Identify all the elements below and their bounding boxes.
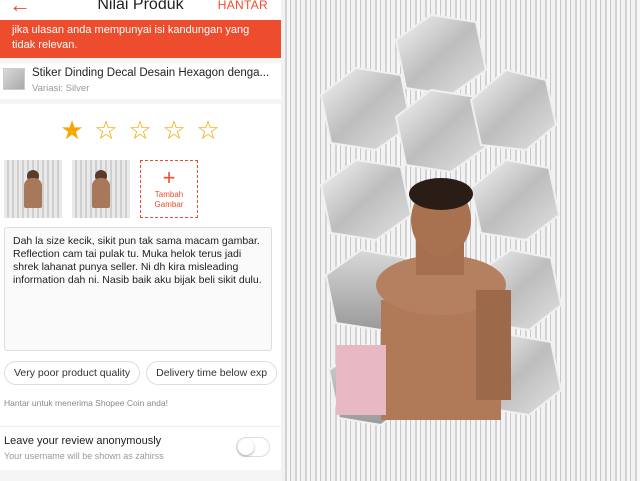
top-bar: ← Nilai Produk HANTAR: [0, 0, 281, 20]
uploaded-photo-1[interactable]: [4, 160, 62, 218]
anonymous-subtitle: Your username will be shown as zahirss: [4, 451, 164, 461]
quick-tags: Very poor product quality Delivery time …: [4, 361, 278, 385]
hex-mirror: [394, 13, 488, 97]
hex-mirror: [319, 66, 413, 152]
star-1-icon[interactable]: ★: [60, 116, 84, 144]
rating-section: ★ ☆ ☆ ☆ ☆ + Tambah Gambar Dah la size ke…: [0, 104, 281, 449]
add-photo-label: Tambah Gambar: [154, 190, 184, 209]
photo-person-body: [24, 178, 42, 208]
star-rating: ★ ☆ ☆ ☆ ☆: [60, 116, 220, 144]
star-5-icon[interactable]: ☆: [196, 116, 220, 144]
coin-hint: Hantar untuk menerima Shopee Coin anda!: [4, 398, 168, 408]
star-4-icon[interactable]: ☆: [162, 116, 186, 144]
hex-mirror: [469, 68, 558, 152]
hex-mirror: [319, 158, 413, 242]
tag-chip[interactable]: Very poor product quality: [4, 361, 141, 385]
photo-row: + Tambah Gambar: [4, 160, 198, 218]
submit-button[interactable]: HANTAR: [218, 0, 268, 12]
product-row: Stiker Dinding Decal Desain Hexagon deng…: [0, 63, 281, 99]
add-photo-button[interactable]: + Tambah Gambar: [140, 160, 198, 218]
plus-icon: +: [162, 165, 176, 190]
hex-mirror: [469, 158, 561, 242]
review-screen: ← Nilai Produk HANTAR jika ulasan anda m…: [0, 0, 281, 481]
star-3-icon[interactable]: ☆: [128, 116, 152, 144]
anonymous-row: Leave your review anonymously Your usern…: [0, 426, 281, 470]
mirror-illustration: [319, 13, 563, 427]
anonymous-title: Leave your review anonymously: [4, 435, 162, 447]
product-variation: Variasi: Silver: [32, 83, 90, 94]
review-textarea[interactable]: Dah la size kecik, sikit pun tak sama ma…: [4, 227, 272, 351]
photo-person-body: [92, 178, 110, 208]
tag-chip[interactable]: Delivery time below exp: [146, 361, 278, 385]
uploaded-photo-2[interactable]: [72, 160, 130, 218]
product-name: Stiker Dinding Decal Desain Hexagon deng…: [32, 67, 270, 79]
warning-banner: jika ulasan anda mempunyai isi kandungan…: [0, 20, 281, 58]
star-2-icon[interactable]: ☆: [94, 116, 118, 144]
product-thumbnail: [3, 68, 25, 90]
hexagon-mirror-photo: [281, 0, 640, 481]
toggle-knob: [238, 439, 254, 455]
anonymous-toggle[interactable]: [236, 437, 270, 457]
